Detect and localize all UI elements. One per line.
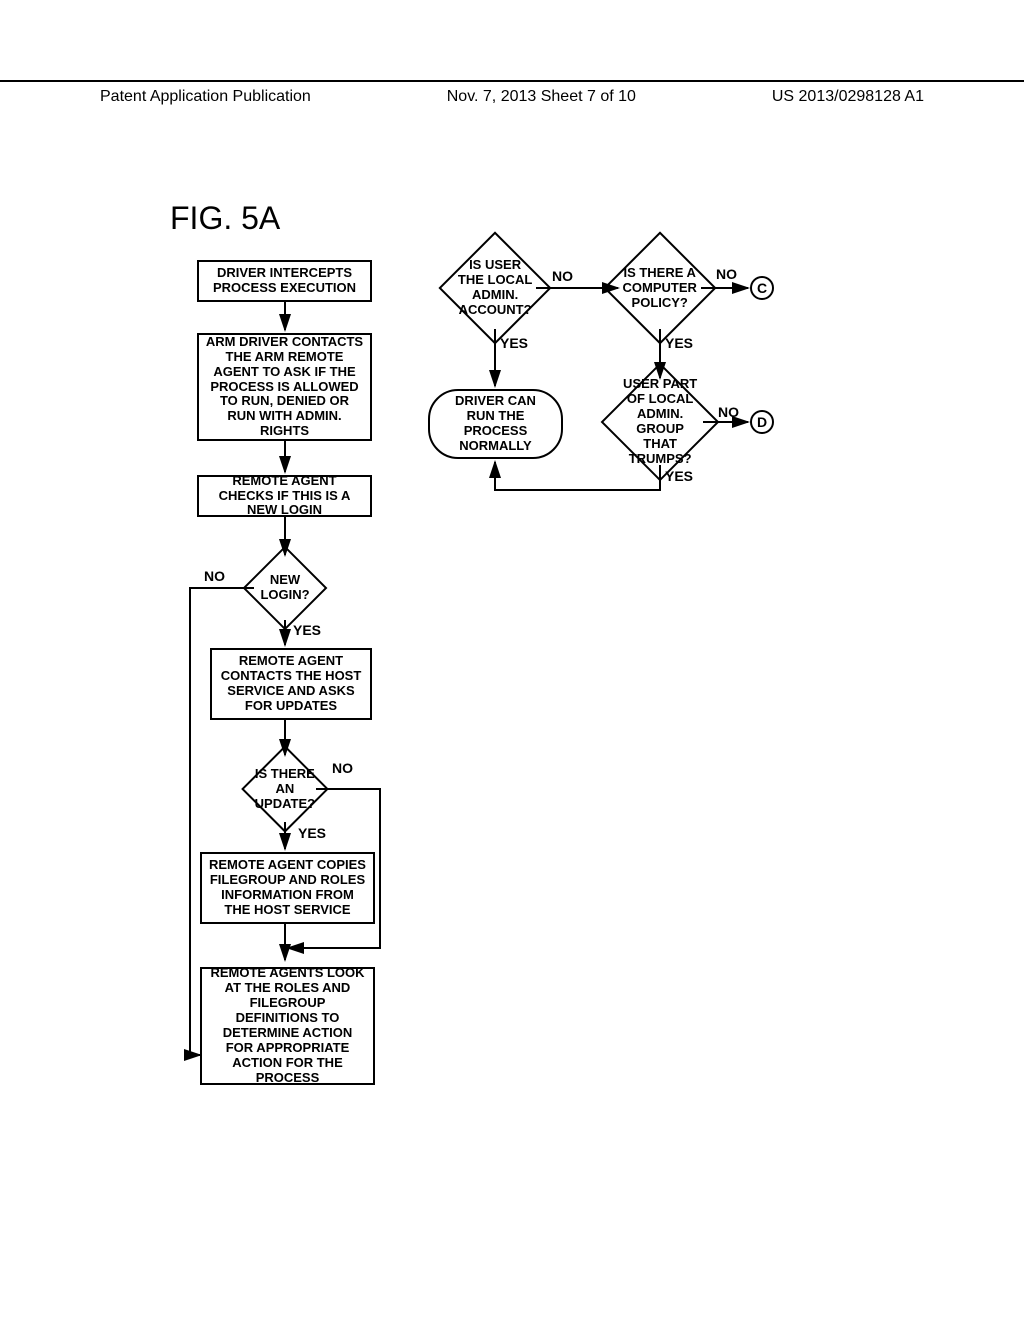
label-yes-update: YES bbox=[298, 825, 326, 841]
flow-arrows bbox=[0, 0, 1024, 1320]
label-yes-newlogin: YES bbox=[293, 622, 321, 638]
label-yes-localadmin: YES bbox=[500, 335, 528, 351]
diamond-is-update: IS THERE AN UPDATE? bbox=[241, 745, 329, 833]
header-left: Patent Application Publication bbox=[100, 88, 311, 106]
label-yes-group: YES bbox=[665, 468, 693, 484]
rounded-driver-run-normally: DRIVER CAN RUN THE PROCESS NORMALLY bbox=[428, 389, 563, 459]
label-yes-policy: YES bbox=[665, 335, 693, 351]
label-no-update: NO bbox=[332, 760, 353, 776]
diamond-new-login: NEW LOGIN? bbox=[243, 546, 328, 631]
box-remote-agents-look: REMOTE AGENTS LOOK AT THE ROLES AND FILE… bbox=[200, 967, 375, 1085]
diamond-is-user-local-admin: IS USER THE LOCAL ADMIN. ACCOUNT? bbox=[438, 231, 551, 344]
label-no-group: NO bbox=[718, 404, 739, 420]
box-remote-agent-copies: REMOTE AGENT COPIES FILEGROUP AND ROLES … bbox=[200, 852, 375, 924]
page-header: Patent Application Publication Nov. 7, 2… bbox=[0, 80, 1024, 106]
diamond-user-part-local-admin-group: USER PART OF LOCAL ADMIN. GROUP THAT TRU… bbox=[601, 363, 720, 482]
label-no-policy: NO bbox=[716, 266, 737, 282]
box-remote-agent-contacts-host: REMOTE AGENT CONTACTS THE HOST SERVICE A… bbox=[210, 648, 372, 720]
diamond-computer-policy: IS THERE A COMPUTER POLICY? bbox=[603, 231, 716, 344]
header-center: Nov. 7, 2013 Sheet 7 of 10 bbox=[447, 88, 636, 106]
label-no-newlogin: NO bbox=[204, 568, 225, 584]
figure-label: FIG. 5A bbox=[170, 200, 280, 237]
connector-c: C bbox=[750, 276, 774, 300]
box-driver-intercepts: DRIVER INTERCEPTS PROCESS EXECUTION bbox=[197, 260, 372, 302]
box-arm-driver-contacts: ARM DRIVER CONTACTS THE ARM REMOTE AGENT… bbox=[197, 333, 372, 441]
connector-d: D bbox=[750, 410, 774, 434]
label-no-localadmin: NO bbox=[552, 268, 573, 284]
box-remote-agent-checks: REMOTE AGENT CHECKS IF THIS IS A NEW LOG… bbox=[197, 475, 372, 517]
header-right: US 2013/0298128 A1 bbox=[772, 88, 924, 106]
